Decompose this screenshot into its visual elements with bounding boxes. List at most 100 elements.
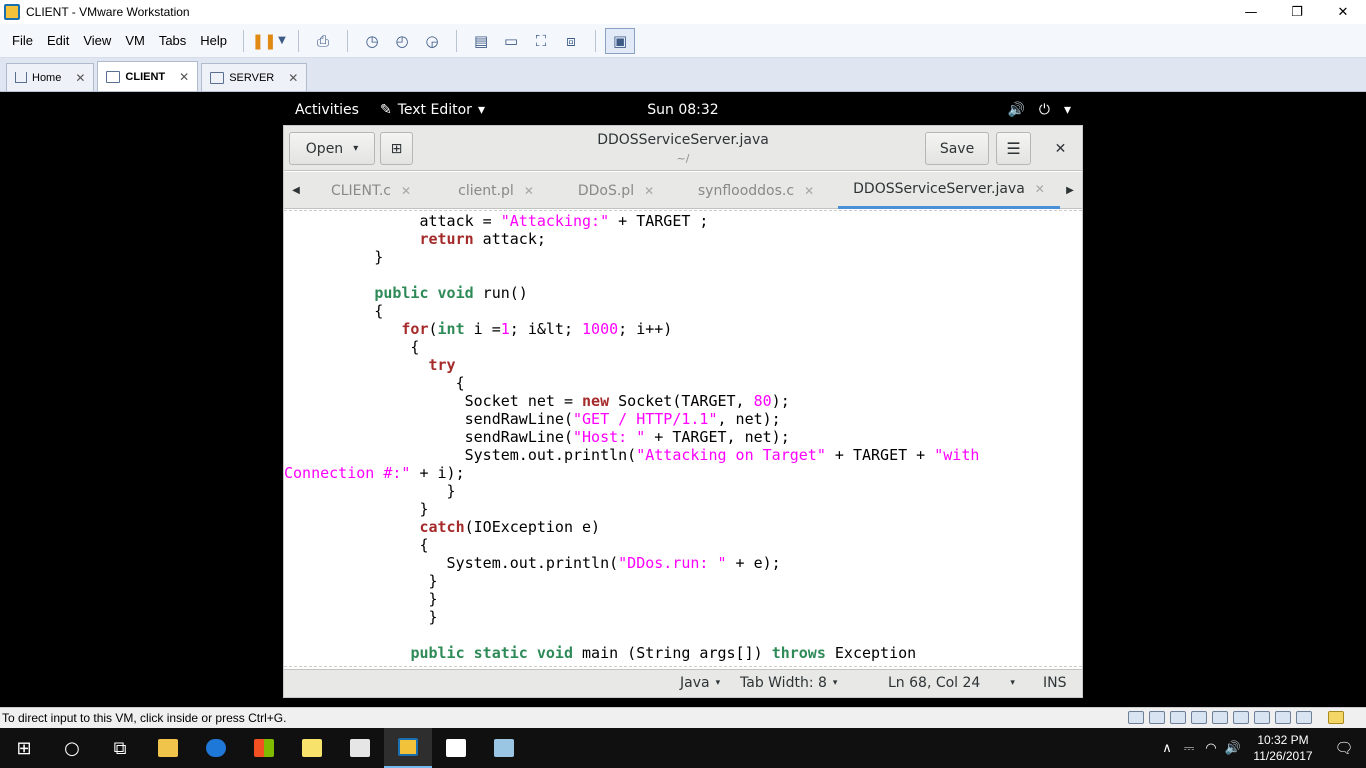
code-token: try <box>428 356 456 374</box>
code-token: { <box>284 302 384 320</box>
code-token: attack; <box>473 230 546 248</box>
toolbar-separator <box>298 29 300 52</box>
vm-tab-home[interactable]: Home ✕ <box>6 63 95 91</box>
action-center-icon[interactable]: 🗨 <box>1322 739 1366 757</box>
close-tab-icon[interactable]: ✕ <box>804 184 814 198</box>
close-tab-icon[interactable]: ✕ <box>1035 182 1045 196</box>
doc-tab-synflooddos-c[interactable]: synflooddos.c ✕ <box>676 172 836 209</box>
scroll-tabs-left-icon[interactable]: ◀ <box>286 172 306 209</box>
maximize-button[interactable]: ❐ <box>1274 0 1320 24</box>
full-screen-icon[interactable]: ⛶ <box>526 28 556 54</box>
close-tab-icon[interactable]: ✕ <box>75 71 85 85</box>
tab-width-selector[interactable]: Tab Width: 8 ▾ <box>740 675 837 691</box>
photos-button[interactable] <box>432 728 480 768</box>
unity-icon[interactable]: ⧈ <box>556 28 586 54</box>
menu-help[interactable]: Help <box>193 33 234 48</box>
code-line: } <box>284 590 437 608</box>
network-adapter-icon[interactable] <box>1170 711 1186 724</box>
save-button[interactable]: Save <box>925 132 989 165</box>
code-token: int <box>437 320 465 338</box>
menu-file[interactable]: File <box>5 33 40 48</box>
close-tab-icon[interactable]: ✕ <box>524 184 534 198</box>
pause-icon[interactable]: ❚❚ <box>251 28 276 54</box>
close-tab-icon[interactable]: ✕ <box>644 184 654 198</box>
cd-dvd-icon[interactable] <box>1149 711 1165 724</box>
close-tab-icon[interactable]: ✕ <box>288 71 298 85</box>
code-token: new <box>582 392 610 410</box>
network-adapter-icon[interactable] <box>1191 711 1207 724</box>
take-snapshot-icon[interactable]: ◷ <box>357 28 387 54</box>
gnome-top-bar: Activities ✎ Text Editor ▾ Sun 08:32 🔊 ⏻… <box>283 92 1083 128</box>
cortana-icon: ○ <box>64 737 80 759</box>
code-editor[interactable]: attack = "Attacking:" + TARGET ; return … <box>284 210 1082 668</box>
menu-view[interactable]: View <box>76 33 118 48</box>
toolbar-separator <box>243 29 245 52</box>
volume-icon[interactable]: 🔊 <box>1007 102 1024 118</box>
vm-tab-server[interactable]: SERVER ✕ <box>201 63 308 91</box>
clock-date: 11/26/2017 <box>1253 749 1313 763</box>
message-icon[interactable] <box>1328 711 1344 724</box>
minimize-button[interactable]: — <box>1228 0 1274 24</box>
scroll-tabs-right-icon[interactable]: ▶ <box>1060 172 1080 209</box>
revert-snapshot-icon[interactable]: ◴ <box>387 28 417 54</box>
edge-button[interactable] <box>192 728 240 768</box>
taskbar-clock[interactable]: 10:32 PM 11/26/2017 <box>1244 732 1322 764</box>
network-adapter-icon[interactable] <box>1233 711 1249 724</box>
code-token: "GET / HTTP/1.1" <box>572 410 718 428</box>
store-button[interactable] <box>240 728 288 768</box>
network-icon[interactable]: ⎓ <box>1178 740 1200 756</box>
volume-icon[interactable]: 🔊 <box>1222 740 1244 756</box>
menu-vm[interactable]: VM <box>118 33 152 48</box>
cursor-position-selector[interactable]: Ln 68, Col 24 ▾ <box>888 675 1015 691</box>
app-button[interactable] <box>480 728 528 768</box>
vmware-taskbar-button[interactable] <box>384 728 432 768</box>
code-token: 80 <box>753 392 772 410</box>
doc-tab-ddosserviceserver-java[interactable]: DDOSServiceServer.java ✕ <box>838 172 1060 209</box>
hamburger-menu-button[interactable]: ☰ <box>996 132 1031 165</box>
menu-tabs[interactable]: Tabs <box>152 33 193 48</box>
code-token: sendRawLine( <box>284 410 573 428</box>
vmware-app-icon <box>4 4 20 20</box>
menu-edit[interactable]: Edit <box>40 33 76 48</box>
app-menu[interactable]: ✎ Text Editor ▾ <box>380 102 485 118</box>
snapshot-manager-icon[interactable]: ◶ <box>417 28 447 54</box>
console-view-icon[interactable]: ▣ <box>605 27 636 54</box>
show-library-icon[interactable]: ▤ <box>466 28 496 54</box>
display-icon[interactable] <box>1296 711 1312 724</box>
vm-tab-client[interactable]: CLIENT ✕ <box>97 61 199 91</box>
task-view-button[interactable]: ⧉ <box>96 728 144 768</box>
code-line: for(int i =1; i&lt; 1000; i++) <box>284 320 672 338</box>
file-explorer-button[interactable] <box>144 728 192 768</box>
show-hidden-icons-icon[interactable]: ∧ <box>1156 740 1178 756</box>
doc-tab-client-c[interactable]: CLIENT.c ✕ <box>306 172 436 209</box>
code-token: sendRawLine( <box>284 428 573 446</box>
sound-card-icon[interactable] <box>1275 711 1291 724</box>
close-window-button[interactable]: ✕ <box>1320 0 1366 24</box>
vmware-icon <box>398 738 418 756</box>
chevron-down-icon[interactable]: ▾ <box>1064 102 1071 118</box>
movies-tv-button[interactable] <box>336 728 384 768</box>
gedit-statusbar: Java ▾ Tab Width: 8 ▾ Ln 68, Col 24 ▾ IN… <box>284 669 1082 697</box>
power-icon[interactable]: ⏻ <box>1039 102 1050 118</box>
pause-dropdown-icon[interactable]: ▼ <box>275 28 289 54</box>
network-adapter-icon[interactable] <box>1212 711 1228 724</box>
close-tab-icon[interactable]: ✕ <box>179 70 189 84</box>
close-gedit-button[interactable]: ✕ <box>1044 132 1077 165</box>
language-selector[interactable]: Java ▾ <box>680 675 720 691</box>
sticky-notes-button[interactable] <box>288 728 336 768</box>
start-button[interactable]: ⊞ <box>0 728 48 768</box>
wifi-icon[interactable]: ◠ <box>1200 740 1222 756</box>
close-tab-icon[interactable]: ✕ <box>401 184 411 198</box>
doc-tab-ddos-pl[interactable]: DDoS.pl ✕ <box>556 172 676 209</box>
hard-disk-icon[interactable] <box>1128 711 1144 724</box>
activities-button[interactable]: Activities <box>295 102 359 118</box>
doc-tab-client-pl[interactable]: client.pl ✕ <box>436 172 556 209</box>
printer-icon[interactable] <box>1254 711 1270 724</box>
doc-tab-label: DDOSServiceServer.java <box>853 181 1025 197</box>
thumbnail-bar-icon[interactable]: ▭ <box>496 28 526 54</box>
vm-screen[interactable]: Activities ✎ Text Editor ▾ Sun 08:32 🔊 ⏻… <box>0 92 1366 707</box>
cortana-button[interactable]: ○ <box>48 728 96 768</box>
send-ctrl-alt-del-icon[interactable]: ⎙ <box>308 28 338 54</box>
windows-logo-icon: ⊞ <box>16 737 32 759</box>
